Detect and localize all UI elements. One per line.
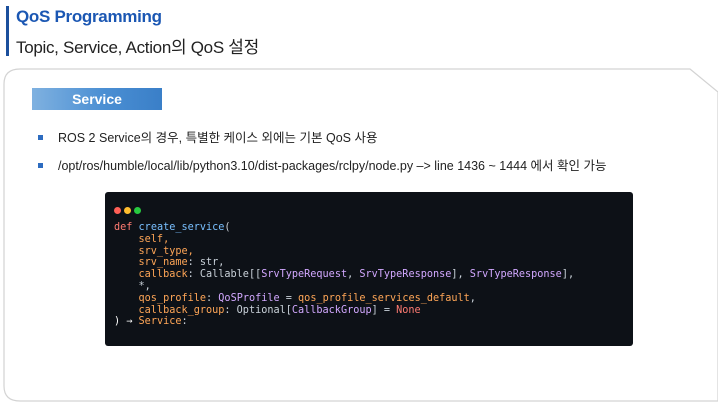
code-param: qos_profile	[114, 292, 207, 304]
code-text: def create_service( self, srv_type, srv_…	[114, 222, 574, 328]
title-accent-bar	[6, 6, 9, 56]
code-punct: ],	[451, 269, 470, 281]
green-dot-icon	[134, 207, 141, 214]
code-keyword: def	[114, 222, 133, 233]
section-tab-service: Service	[32, 88, 162, 110]
bullet-item: /opt/ros/humble/local/lib/python3.10/dis…	[38, 155, 606, 177]
code-default-value: qos_profile_services_default	[298, 292, 470, 304]
code-operator: ] =	[371, 304, 397, 316]
red-dot-icon	[114, 207, 121, 214]
code-punct: :	[206, 292, 219, 304]
code-block: def create_service( self, srv_type, srv_…	[105, 192, 633, 346]
code-return-type: Service	[138, 316, 182, 328]
bullet-text: ROS 2 Service의 경우, 특별한 케이스 외에는 기본 QoS 사용	[58, 131, 378, 145]
code-punct: ,	[469, 292, 476, 304]
code-param: self,	[114, 233, 170, 245]
code-punct: *,	[114, 280, 151, 292]
code-type: SrvTypeRequest	[261, 269, 348, 281]
page-subtitle: Topic, Service, Action의 QoS 설정	[16, 38, 259, 57]
code-return-arrow: ) →	[114, 316, 139, 328]
code-type: QoSProfile	[218, 292, 280, 304]
bullet-square-icon	[38, 135, 43, 140]
code-punct: :	[181, 316, 188, 328]
code-annotation: : Optional[	[224, 304, 292, 316]
code-param: callback_group	[114, 304, 225, 316]
code-param: callback	[114, 269, 188, 281]
code-type: SrvTypeResponse	[359, 269, 452, 281]
page-title: QoS Programming	[16, 7, 162, 26]
yellow-dot-icon	[124, 207, 131, 214]
code-keyword: None	[396, 304, 421, 316]
code-punct: (	[224, 222, 231, 233]
code-operator: =	[279, 292, 299, 304]
code-param: srv_type,	[114, 245, 194, 257]
code-punct: ,	[347, 269, 360, 281]
bullet-square-icon	[38, 163, 43, 168]
code-type: SrvTypeResponse	[469, 269, 562, 281]
code-type: CallbackGroup	[291, 304, 372, 316]
code-param: srv_name	[114, 257, 188, 269]
bullet-item: ROS 2 Service의 경우, 특별한 케이스 외에는 기본 QoS 사용	[38, 127, 606, 149]
bullet-list: ROS 2 Service의 경우, 특별한 케이스 외에는 기본 QoS 사용…	[38, 127, 606, 183]
code-annotation: : str,	[187, 257, 225, 269]
window-controls	[114, 201, 144, 219]
code-function-name: create_service	[138, 222, 225, 233]
code-punct: ],	[561, 269, 575, 281]
code-annotation: : Callable[[	[187, 269, 262, 281]
bullet-text: /opt/ros/humble/local/lib/python3.10/dis…	[58, 159, 607, 173]
